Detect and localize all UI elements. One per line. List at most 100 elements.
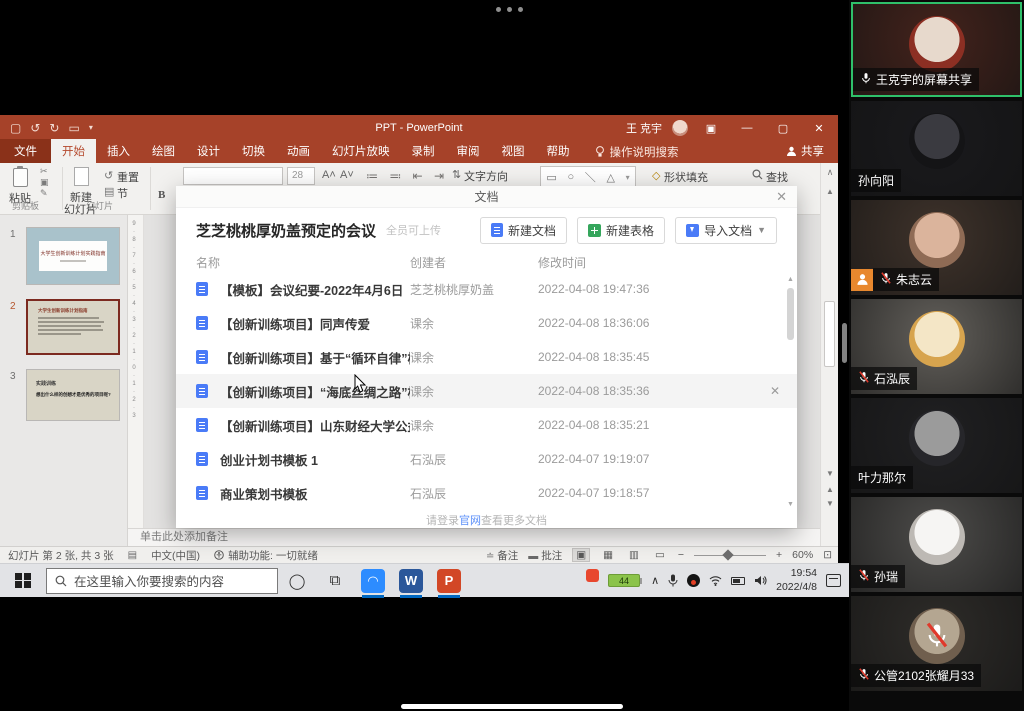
collapse-ribbon-icon[interactable]: ∧ xyxy=(821,167,839,178)
redo-icon[interactable]: ↻ xyxy=(49,122,59,134)
previous-slide-icon[interactable]: ▲ xyxy=(821,485,839,494)
copy-icon[interactable]: ▣ xyxy=(40,178,49,187)
meeting-app-icon[interactable]: ◠ xyxy=(361,569,385,593)
slideshow-button[interactable]: ▭ xyxy=(652,549,668,561)
reset-label[interactable]: 重置 xyxy=(117,169,139,185)
new-sheet-button[interactable]: 新建表格 xyxy=(577,217,665,244)
remove-document-icon[interactable]: ✕ xyxy=(763,384,787,398)
document-name[interactable]: 【创新训练项目】基于“循环自律”模式视角下对提升大学... xyxy=(220,348,410,367)
action-center-icon[interactable] xyxy=(826,574,841,587)
meeting-bottom-bar[interactable] xyxy=(401,704,623,709)
document-name[interactable]: 【模板】会议纪要-2022年4月6日 xyxy=(220,280,410,299)
zoom-in-icon[interactable]: + xyxy=(776,549,782,561)
start-button[interactable] xyxy=(0,573,46,589)
wifi-icon[interactable] xyxy=(709,575,722,586)
ribbon-tab[interactable]: 绘图 xyxy=(141,139,186,163)
tell-me-search[interactable]: 操作说明搜索 xyxy=(595,144,679,163)
zoom-level[interactable]: 60% xyxy=(792,549,813,561)
comments-button[interactable]: ▬ 批注 xyxy=(528,548,562,563)
ribbon-tab[interactable]: 审阅 xyxy=(446,139,491,163)
save-icon[interactable]: ▢ xyxy=(10,122,21,134)
ribbon-tab[interactable]: 动画 xyxy=(276,139,321,163)
account-name[interactable]: 王 克宇 xyxy=(626,120,662,136)
taskbar-search-input[interactable]: 在这里输入你要搜索的内容 xyxy=(46,568,278,594)
table-row[interactable]: 【创新训练项目】山东财经大学公益换书项目—鸟巢图书馆课余2022-04-08 1… xyxy=(176,408,797,442)
powerpoint-app-icon[interactable]: P xyxy=(437,569,461,593)
ribbon-tab[interactable]: 帮助 xyxy=(536,139,581,163)
meeting-toolbar-handle-icon[interactable] xyxy=(496,7,523,12)
ribbon-tab[interactable]: 录制 xyxy=(401,139,446,163)
font-name-box[interactable] xyxy=(183,167,283,185)
shapes-gallery[interactable]: ▭○＼△▾ xyxy=(540,166,636,188)
notes-button[interactable]: ≐ 备注 xyxy=(486,548,518,563)
participant-tile[interactable]: 王克宇的屏幕共享 xyxy=(851,2,1022,97)
find-label[interactable]: 查找 xyxy=(766,169,788,185)
word-app-icon[interactable]: W xyxy=(399,569,423,593)
ribbon-display-icon[interactable]: ▣ xyxy=(698,122,724,135)
document-name[interactable]: 【创新训练项目】“海底丝绸之路”构想及实现路径 xyxy=(220,382,410,401)
ribbon-tab[interactable]: 设计 xyxy=(186,139,231,163)
slide-thumbnail-1[interactable]: 大学生创新训练计划实践指南 xyxy=(26,227,120,285)
accessibility-status[interactable]: 辅助功能: 一切就绪 xyxy=(228,548,318,563)
table-row[interactable]: 【创新训练项目】基于“循环自律”模式视角下对提升大学...课余2022-04-0… xyxy=(176,340,797,374)
next-slide-icon[interactable]: ▼ xyxy=(821,499,839,508)
ribbon-tab[interactable]: 插入 xyxy=(96,139,141,163)
ribbon-tab[interactable]: 开始 xyxy=(51,139,96,163)
tray-expand-icon[interactable]: ∧ xyxy=(651,574,659,587)
scroll-down-icon[interactable]: ▼ xyxy=(821,469,839,478)
ribbon-tab[interactable]: 幻灯片放映 xyxy=(321,139,401,163)
section-label[interactable]: 节 xyxy=(117,185,128,201)
table-row[interactable]: 创业计划书模板 1石泓辰2022-04-07 19:19:07 xyxy=(176,442,797,476)
table-row[interactable]: 【创新训练项目】“海底丝绸之路”构想及实现路径课余2022-04-08 18:3… xyxy=(176,374,797,408)
shape-fill-label[interactable]: 形状填充 xyxy=(664,169,708,185)
clock[interactable]: 19:542022/4/8 xyxy=(776,567,817,593)
spellcheck-icon[interactable]: ▤ xyxy=(128,550,137,561)
import-doc-button[interactable]: 导入文档▼ xyxy=(675,217,777,244)
language-indicator[interactable]: 中文(中国) xyxy=(151,548,200,563)
ribbon-tab[interactable]: 文件 xyxy=(0,139,51,163)
participant-tile[interactable]: 叶力那尔 xyxy=(851,398,1022,493)
notes-placeholder[interactable]: 单击此处添加备注 xyxy=(128,528,820,546)
text-direction-label[interactable]: 文字方向 xyxy=(464,168,508,184)
slide-thumbnail-3[interactable]: 实践训练 想出什么样的创想才是优秀的项目呢? xyxy=(26,369,120,421)
battery-widget[interactable]: 44 xyxy=(608,574,642,587)
scroll-up-icon[interactable]: ▲ xyxy=(821,187,839,196)
grow-font-icon[interactable]: A˄ xyxy=(322,169,336,181)
document-name[interactable]: 【创新训练项目】同声传爱 xyxy=(220,314,410,333)
document-name[interactable]: 商业策划书模板 xyxy=(220,484,410,503)
dialog-close-icon[interactable]: ✕ xyxy=(776,186,787,208)
fit-to-window-icon[interactable]: ⊡ xyxy=(823,549,832,561)
official-site-link[interactable]: 官网 xyxy=(459,515,481,527)
table-row[interactable]: 商业策划书模板石泓辰2022-04-07 19:18:57 xyxy=(176,476,797,510)
dialog-scrollbar[interactable]: ▲ ▼ xyxy=(786,276,795,508)
slide-sorter-view-button[interactable]: ▦ xyxy=(600,549,616,561)
volume-icon[interactable] xyxy=(754,575,767,586)
participants-scrollbar[interactable] xyxy=(842,323,847,363)
table-row[interactable]: 【模板】会议纪要-2022年4月6日芝芝桃桃厚奶盖2022-04-08 19:4… xyxy=(176,272,797,306)
slide-thumbnail-2-selected[interactable]: 大学生创新训练计划指南 xyxy=(26,299,120,355)
normal-view-button[interactable]: ▣ xyxy=(572,548,590,562)
paste-icon[interactable] xyxy=(13,168,28,187)
participant-tile[interactable]: 石泓辰 xyxy=(851,299,1022,394)
shrink-font-icon[interactable]: A˅ xyxy=(340,169,354,181)
ribbon-tab[interactable]: 切换 xyxy=(231,139,276,163)
bold-button[interactable]: B xyxy=(158,189,165,201)
paragraph-icons[interactable]: ≔ ≕ ⇤ ⇥ xyxy=(366,169,448,183)
ribbon-tab[interactable]: 视图 xyxy=(491,139,536,163)
table-row[interactable]: 【创新训练项目】同声传爱课余2022-04-08 18:36:06 xyxy=(176,306,797,340)
participant-tile[interactable]: 朱志云 xyxy=(851,200,1022,295)
tray-app-icon[interactable] xyxy=(586,569,599,582)
participant-tile[interactable]: 孙向阳 xyxy=(851,101,1022,196)
scrollbar-thumb[interactable] xyxy=(824,301,835,367)
font-size-box[interactable]: 28 xyxy=(287,167,315,185)
share-button[interactable]: 共享 xyxy=(772,139,838,163)
cut-icon[interactable]: ✂ xyxy=(40,167,49,176)
qq-icon[interactable] xyxy=(687,574,700,587)
cortana-icon[interactable]: ◯ xyxy=(278,572,316,590)
zoom-slider[interactable] xyxy=(694,555,766,556)
task-view-icon[interactable]: ⧉ xyxy=(316,572,354,589)
tray-mic-icon[interactable] xyxy=(668,574,678,587)
zoom-out-icon[interactable]: − xyxy=(678,549,684,561)
document-name[interactable]: 创业计划书模板 1 xyxy=(220,450,410,469)
quick-access-caret-icon[interactable]: ▾ xyxy=(89,124,93,132)
